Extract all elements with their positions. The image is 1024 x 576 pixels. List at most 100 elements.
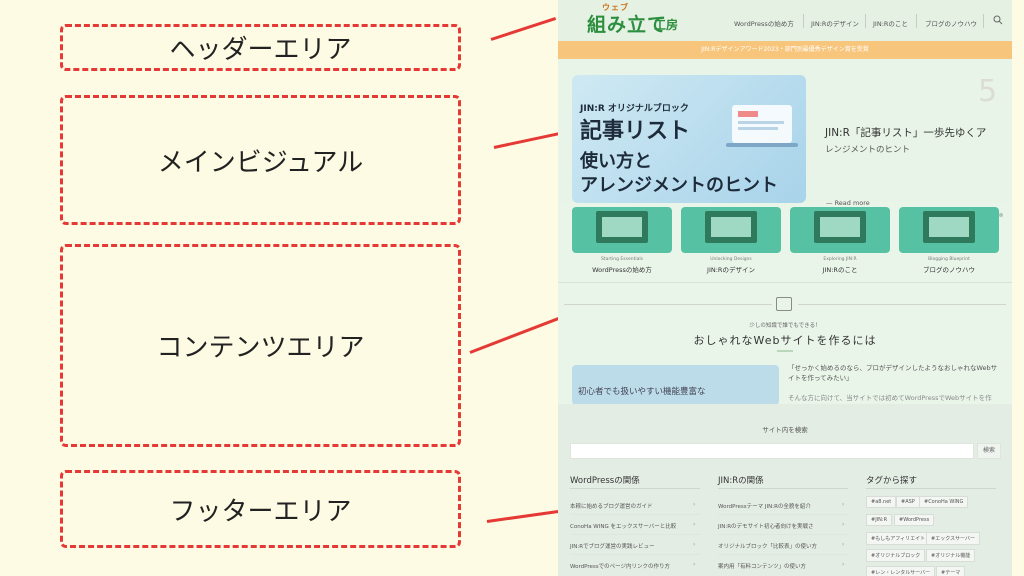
section-rule-right: [798, 304, 1006, 305]
footer-link[interactable]: JIN:Rでブログ運営の実践レビュー: [570, 542, 655, 550]
chevron-right-icon: ›: [693, 501, 696, 508]
tag-chip[interactable]: #a8.net: [866, 496, 897, 508]
logo-sub-text: 工房: [654, 18, 679, 32]
category-card-design[interactable]: [681, 207, 781, 253]
footer-col-rule: [866, 488, 996, 489]
chevron-right-icon: ›: [842, 501, 845, 508]
slide-subtitle-line2: アレンジメントのヒント: [580, 175, 778, 196]
header-area-label-box: ヘッダーエリア: [60, 24, 461, 71]
nav-item-wordpress[interactable]: WordPressの始め方: [734, 18, 794, 28]
nav-item-about[interactable]: JIN:Rのこと: [873, 18, 908, 28]
footer-search-input[interactable]: [570, 443, 974, 459]
footer-col-title-tags: タグから探す: [866, 476, 918, 486]
site-footer: サイト内を検索 検索 WordPressの関係 JIN:Rの関係 タグから探す …: [558, 404, 1012, 576]
slide-number: 5: [978, 74, 998, 109]
section-rule-left: [564, 304, 772, 305]
site-header: ウェブ 組み立て 工房 WordPressの始め方 JIN:Rのデザイン JIN…: [558, 0, 1012, 41]
monitor-icon: [776, 297, 792, 311]
category-en-label: Exploring JIN:R: [823, 257, 857, 262]
main-visual-label-box: メインビジュアル: [60, 95, 461, 225]
footer-link[interactable]: 本稼に始めるブログ運営のガイド: [570, 502, 653, 510]
intro-card-text: 初心者でも扱いやすい機能豊富な: [578, 387, 706, 397]
footer-link[interactable]: ConoHa WING をエックスサーバーと比較: [570, 522, 676, 530]
main-visual-label: メインビジュアル: [157, 147, 364, 178]
read-more-link[interactable]: — Read more: [826, 199, 870, 207]
chevron-right-icon: ›: [693, 521, 696, 528]
content-area-label: コンテンツエリア: [156, 333, 365, 363]
laptop-icon: [705, 211, 757, 243]
category-en-label: Unlocking Designs: [710, 257, 752, 262]
footer-search-button[interactable]: 検索: [977, 443, 1001, 459]
info-banner[interactable]: JIN:Rデザインアワード2023・部門別最優秀デザイン賞を受賞: [558, 41, 1012, 59]
footer-row-rule: [718, 534, 848, 535]
content-area-label-box: コンテンツエリア: [60, 244, 461, 447]
slider-dot[interactable]: [999, 213, 1003, 217]
footer-link[interactable]: JIN:Rのデモサイト初心者向けを実戦さ: [718, 522, 814, 530]
tag-chip[interactable]: #ConoHa WING: [919, 496, 969, 508]
website-screenshot: ウェブ 組み立て 工房 WordPressの始め方 JIN:Rのデザイン JIN…: [558, 0, 1012, 576]
footer-link[interactable]: WordPressでのページ内リンクの作り方: [570, 562, 670, 570]
nav-item-knowhow[interactable]: ブログのノウハウ: [925, 18, 977, 28]
chevron-right-icon: ›: [842, 561, 845, 568]
footer-search-label: サイト内を検索: [762, 426, 808, 434]
footer-link[interactable]: オリジナルブロック「比較表」の使い方: [718, 542, 817, 550]
chevron-right-icon: ›: [842, 521, 845, 528]
category-en-label: Blogging Blueprint: [928, 257, 970, 262]
footer-row-rule: [570, 514, 700, 515]
slide-caption-sub: レンジメントのヒント: [825, 145, 911, 155]
footer-col-rule: [718, 488, 848, 489]
category-card-about[interactable]: [790, 207, 890, 253]
tag-chip[interactable]: #テーマ: [936, 566, 966, 576]
section-title: おしゃれなWebサイトを作るには: [693, 334, 877, 347]
slide-caption-title[interactable]: JIN:R「記事リスト」一歩先ゆくア: [825, 125, 986, 140]
header-area-label: ヘッダーエリア: [169, 35, 352, 65]
search-icon[interactable]: [993, 15, 1003, 25]
category-label[interactable]: ブログのノウハウ: [899, 264, 999, 274]
tag-chip[interactable]: #オリジナルブロック: [866, 549, 926, 562]
category-card-knowhow[interactable]: [899, 207, 999, 253]
header-pointer-line: [490, 17, 557, 41]
slide-subtitle-line1: 使い方と: [580, 151, 652, 172]
footer-link[interactable]: 案内用「有料コンテンツ」の使い方: [718, 562, 806, 570]
footer-link[interactable]: WordPressテーマ JIN:Rの全貌を紹介: [718, 502, 811, 510]
intro-card[interactable]: 初心者でも扱いやすい機能豊富な: [572, 365, 779, 405]
tag-chip[interactable]: #WordPress: [894, 514, 935, 526]
nav-item-design[interactable]: JIN:Rのデザイン: [811, 18, 859, 28]
tag-chip[interactable]: #ASP: [896, 496, 920, 508]
section-subtitle: 少しの知識で誰でもできる！: [749, 323, 821, 329]
tag-chip[interactable]: #エックスサーバー: [926, 532, 980, 545]
section-title-underline: [777, 350, 793, 352]
nav-separator: [803, 14, 804, 28]
footer-area-label: フッターエリア: [169, 496, 352, 527]
intro-paragraph: 「せっかく始めるのなら、プロがデザインしたようなおしゃれなWebサイトを作ってみ…: [788, 364, 998, 382]
footer-pointer-line: [486, 508, 567, 523]
nav-separator: [865, 14, 866, 28]
tag-chip[interactable]: #レン・レンタルサーバー: [866, 566, 936, 576]
section-divider: [558, 282, 1012, 283]
category-card-wordpress[interactable]: [572, 207, 672, 253]
slide-title: 記事リスト: [580, 119, 691, 144]
footer-col-title-jinr: JIN:Rの関係: [718, 476, 764, 486]
tag-chip[interactable]: #オリジナル機能: [926, 549, 976, 562]
intro-paragraph-2: そんな方に向けて、当サイトでは初めてWordPressでWebサイトを作: [788, 394, 992, 402]
category-label[interactable]: JIN:Rのデザイン: [681, 264, 781, 274]
tag-chip[interactable]: #JIN:R: [866, 514, 893, 526]
footer-col-title-wordpress: WordPressの関係: [570, 476, 640, 486]
footer-col-rule: [570, 488, 700, 489]
footer-row-rule: [718, 514, 848, 515]
footer-area-label-box: フッターエリア: [60, 470, 461, 548]
footer-row-rule: [718, 554, 848, 555]
nav-separator: [983, 14, 984, 28]
main-visual-pointer-line: [493, 131, 563, 149]
category-label[interactable]: JIN:Rのこと: [790, 264, 890, 274]
chevron-right-icon: ›: [842, 541, 845, 548]
chevron-right-icon: ›: [693, 541, 696, 548]
info-banner-text: JIN:Rデザインアワード2023・部門別最優秀デザイン賞を受賞: [701, 46, 869, 53]
main-visual-slide[interactable]: JIN:R オリジナルブロック 記事リスト 使い方と アレンジメントのヒント: [572, 75, 806, 203]
category-en-label: Starting Essentials: [601, 257, 643, 262]
nav-separator: [916, 14, 917, 28]
tag-chip[interactable]: #もしもアフィリエイト: [866, 532, 931, 545]
laptop-icon: [814, 211, 866, 243]
laptop-icon: [596, 211, 648, 243]
category-label[interactable]: WordPressの始め方: [572, 264, 672, 274]
